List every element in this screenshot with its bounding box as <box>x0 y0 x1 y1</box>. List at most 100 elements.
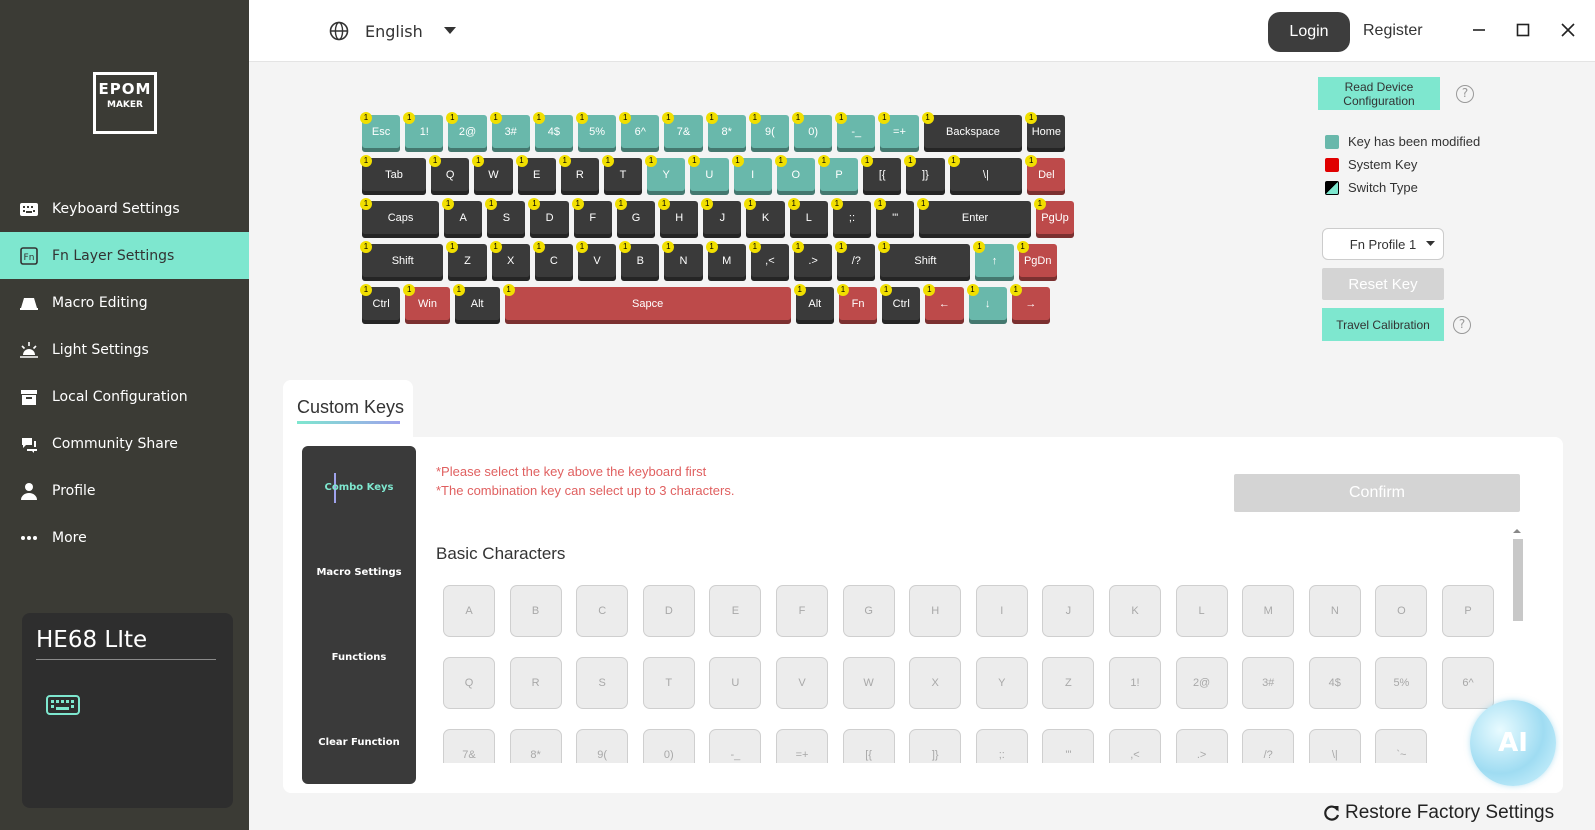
key-3-5[interactable]: 1B <box>619 241 660 281</box>
key-4-5[interactable]: 1 Fn <box>836 284 878 324</box>
key-1-10[interactable]: 1P <box>817 155 859 195</box>
key-1-13[interactable]: 1 \| <box>947 155 1023 195</box>
key-1-1[interactable]: 1Q <box>429 155 470 195</box>
sidebar-item-light-settings[interactable]: Light Settings <box>0 326 249 373</box>
travel-calibration-button[interactable]: Travel Calibration <box>1322 308 1444 341</box>
key-2-13[interactable]: 1 PgUp <box>1033 198 1075 238</box>
key-1-2[interactable]: 1W <box>472 155 513 195</box>
sidebar-item-more[interactable]: More <box>0 514 249 561</box>
char-key[interactable]: N <box>1308 585 1361 637</box>
char-key[interactable]: E <box>709 585 762 637</box>
key-1-6[interactable]: 1Y <box>645 155 686 195</box>
key-0-9[interactable]: 1 9( <box>748 112 789 152</box>
char-key[interactable]: R <box>509 657 562 709</box>
char-key[interactable]: ]} <box>909 729 962 763</box>
key-3-13[interactable]: 1 PgDn <box>1016 241 1057 281</box>
key-2-9[interactable]: 1L <box>787 198 828 238</box>
login-button[interactable]: Login <box>1268 12 1350 52</box>
char-key[interactable]: Z <box>1042 657 1095 709</box>
char-key[interactable]: C <box>576 585 629 637</box>
ai-assistant-button[interactable]: AI <box>1470 700 1556 786</box>
char-key[interactable]: .> <box>1175 729 1228 763</box>
key-3-4[interactable]: 1V <box>576 241 617 281</box>
key-1-9[interactable]: 1O <box>774 155 815 195</box>
key-0-2[interactable]: 1 2@ <box>446 112 487 152</box>
char-key[interactable]: L <box>1175 585 1228 637</box>
char-key[interactable]: G <box>842 585 895 637</box>
device-card[interactable]: HE68 LIte <box>22 613 233 808</box>
key-2-0[interactable]: 1 Caps <box>360 198 440 238</box>
key-0-4[interactable]: 1 4$ <box>532 112 573 152</box>
key-0-10[interactable]: 1 0) <box>792 112 833 152</box>
char-key[interactable]: 5% <box>1375 657 1428 709</box>
key-3-10[interactable]: 1/? <box>835 241 876 281</box>
key-3-12[interactable]: 1 ↑ <box>973 241 1014 281</box>
help-icon[interactable]: ? <box>1453 316 1471 334</box>
key-0-3[interactable]: 1 3# <box>489 112 530 152</box>
key-2-6[interactable]: 1H <box>658 198 699 238</box>
key-1-4[interactable]: 1R <box>558 155 599 195</box>
char-key[interactable]: 3# <box>1242 657 1295 709</box>
char-key[interactable]: F <box>776 585 828 637</box>
tab-custom-keys[interactable]: Custom Keys <box>283 380 413 438</box>
key-0-11[interactable]: 1 -_ <box>835 112 876 152</box>
read-device-config-button[interactable]: Read Device Configuration <box>1318 77 1440 110</box>
key-2-11[interactable]: 1 '" <box>874 198 915 238</box>
key-2-5[interactable]: 1G <box>614 198 656 238</box>
char-key[interactable]: ,< <box>1109 729 1161 763</box>
char-key[interactable]: 0) <box>642 729 695 763</box>
key-1-12[interactable]: 1]} <box>904 155 945 195</box>
char-key[interactable]: T <box>642 657 695 709</box>
key-3-3[interactable]: 1C <box>532 241 573 281</box>
scroll-up-icon[interactable] <box>1510 526 1524 536</box>
maximize-icon[interactable] <box>1513 20 1533 40</box>
key-2-4[interactable]: 1F <box>571 198 612 238</box>
char-key[interactable]: \| <box>1308 729 1361 763</box>
char-key[interactable]: X <box>909 657 962 709</box>
char-key[interactable]: O <box>1375 585 1428 637</box>
key-3-11[interactable]: 1 Shift <box>878 241 971 281</box>
key-1-0[interactable]: 1 Tab <box>360 155 427 195</box>
char-key[interactable]: K <box>1109 585 1161 637</box>
scrollbar-thumb[interactable] <box>1513 539 1523 621</box>
sub-item-macro-settings[interactable]: Macro Settings <box>302 567 416 578</box>
char-key[interactable]: I <box>975 585 1028 637</box>
char-key[interactable]: S <box>576 657 629 709</box>
key-0-14[interactable]: 1 Home <box>1025 112 1066 152</box>
key-0-8[interactable]: 1 8* <box>705 112 746 152</box>
key-1-11[interactable]: 1 [{ <box>861 155 902 195</box>
key-4-0[interactable]: 1 Ctrl <box>360 284 401 324</box>
sidebar-item-keyboard-settings[interactable]: Keyboard Settings <box>0 185 249 232</box>
key-1-7[interactable]: 1U <box>688 155 729 195</box>
char-key[interactable]: Q <box>443 657 495 709</box>
key-3-9[interactable]: 1 .> <box>792 241 833 281</box>
fn-profile-select[interactable]: Fn Profile 1 <box>1322 228 1444 260</box>
key-0-13[interactable]: 1 Backspace <box>921 112 1023 152</box>
key-2-3[interactable]: 1D <box>528 198 569 238</box>
char-key[interactable]: '" <box>1042 729 1095 763</box>
confirm-button[interactable]: Confirm <box>1234 474 1520 512</box>
key-2-7[interactable]: 1J <box>701 198 742 238</box>
key-0-12[interactable]: 1 =+ <box>878 112 919 152</box>
key-4-9[interactable]: 1 → <box>1009 284 1050 324</box>
char-key[interactable]: 8* <box>509 729 562 763</box>
sidebar-item-community-share[interactable]: Community Share <box>0 420 249 467</box>
key-1-14[interactable]: 1 Del <box>1025 155 1066 195</box>
key-4-3[interactable]: 1 Sapce <box>502 284 791 324</box>
sidebar-item-profile[interactable]: Profile <box>0 467 249 514</box>
key-2-12[interactable]: 1 Enter <box>917 198 1031 238</box>
char-key[interactable]: 7& <box>443 729 495 763</box>
reset-key-button[interactable]: Reset Key <box>1322 268 1444 300</box>
char-key[interactable]: ;: <box>975 729 1028 763</box>
restore-factory-settings-button[interactable]: Restore Factory Settings <box>1323 802 1554 824</box>
char-key[interactable]: =+ <box>776 729 828 763</box>
char-key[interactable]: A <box>443 585 495 637</box>
key-3-7[interactable]: 1M <box>705 241 746 281</box>
char-key[interactable]: [{ <box>842 729 895 763</box>
char-key[interactable]: 2@ <box>1175 657 1228 709</box>
language-selector[interactable]: English <box>329 21 457 41</box>
sub-item-clear-function[interactable]: Clear Function <box>302 737 416 748</box>
char-key[interactable]: W <box>842 657 895 709</box>
key-3-0[interactable]: 1 Shift <box>360 241 444 281</box>
sidebar-item-macro-editing[interactable]: Macro Editing <box>0 279 249 326</box>
